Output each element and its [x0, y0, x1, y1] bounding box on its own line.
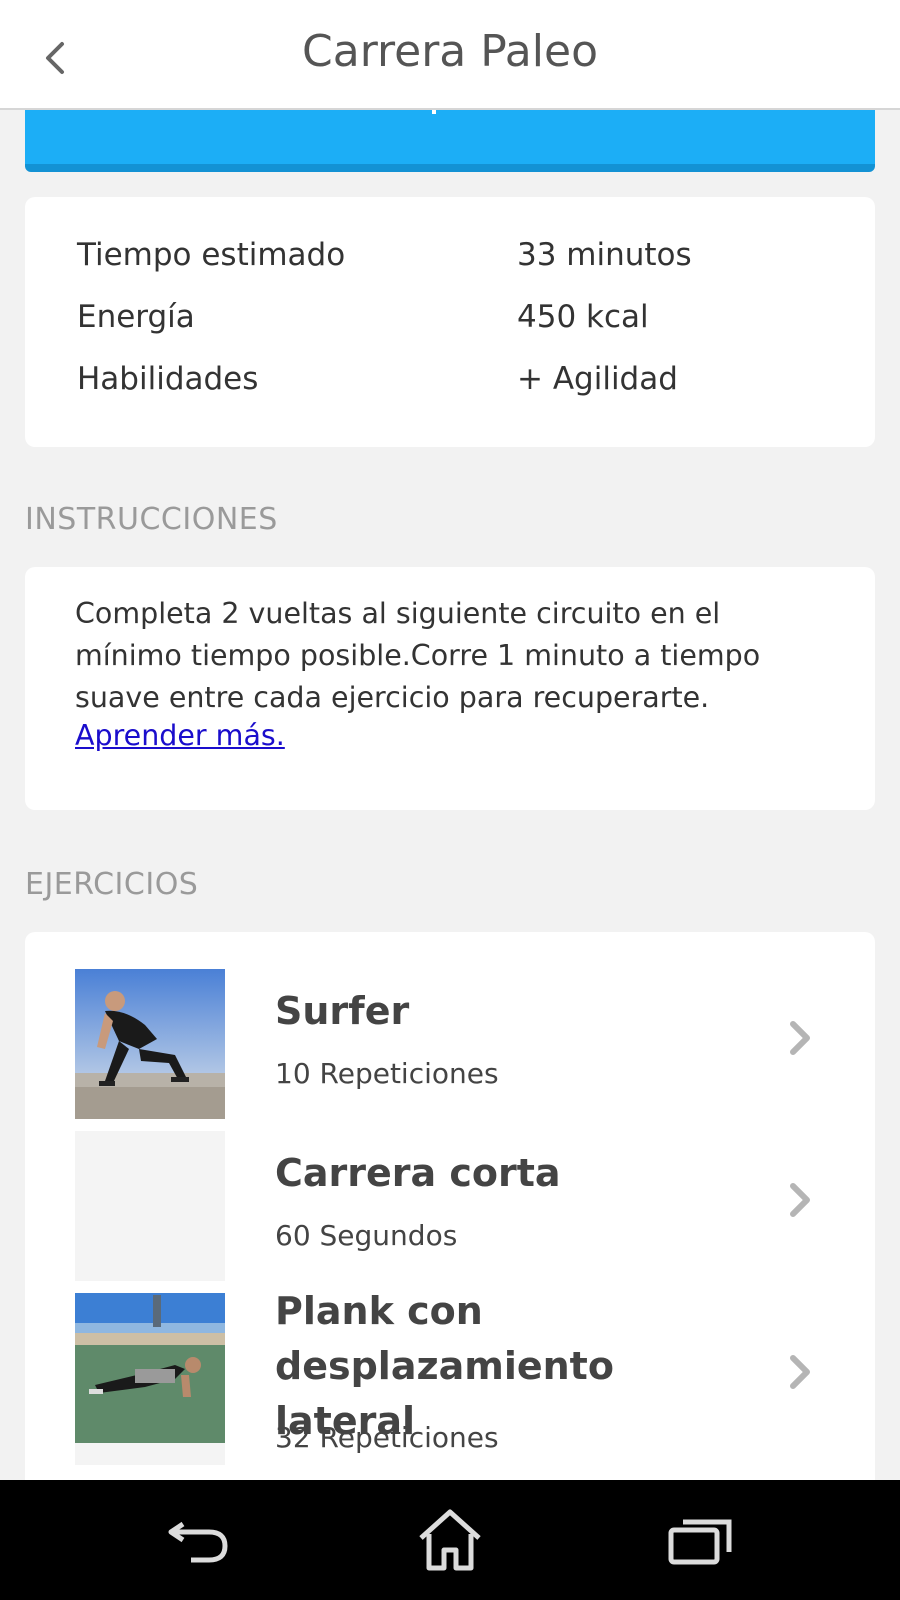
back-arrow-icon	[168, 1521, 228, 1563]
plank-photo	[75, 1293, 225, 1465]
content-scroll[interactable]: Tiempo estimado 33 minutos Energía 450 k…	[0, 110, 900, 1480]
stat-row-time: Tiempo estimado 33 minutos	[77, 237, 857, 287]
button-label-fragment	[432, 110, 436, 114]
stat-value: + Agilidad	[517, 361, 678, 397]
instructions-text: Completa 2 vueltas al siguiente circuito…	[75, 597, 761, 714]
exercises-card: Surfer 10 Repeticiones Carrera corta 60 …	[25, 932, 875, 1480]
exercise-name: Surfer	[275, 989, 410, 1033]
exercise-name: Carrera corta	[275, 1151, 561, 1195]
learn-more-link[interactable]: Aprender más.	[75, 719, 285, 752]
stat-label: Habilidades	[77, 361, 259, 397]
stat-row-energy: Energía 450 kcal	[77, 299, 857, 349]
system-nav-bar	[0, 1480, 900, 1600]
stat-value: 33 minutos	[517, 237, 692, 273]
chevron-right-icon	[790, 1355, 810, 1389]
exercise-item-plank[interactable]: Plank con desplazamiento lateral 32 Repe…	[25, 1256, 875, 1480]
chevron-right-icon	[790, 1021, 810, 1055]
chevron-right-icon	[790, 1183, 810, 1217]
nav-back-button[interactable]	[160, 1505, 240, 1575]
exercise-detail: 10 Repeticiones	[275, 1057, 499, 1090]
nav-home-button[interactable]	[410, 1505, 490, 1575]
home-icon	[419, 1509, 481, 1571]
exercises-heading: EJERCICIOS	[25, 867, 199, 902]
stats-card: Tiempo estimado 33 minutos Energía 450 k…	[25, 197, 875, 447]
app-bar: Carrera Paleo	[0, 0, 900, 110]
stat-row-skills: Habilidades + Agilidad	[77, 361, 857, 411]
page-title: Carrera Paleo	[302, 26, 598, 77]
instructions-card: Completa 2 vueltas al siguiente circuito…	[25, 567, 875, 810]
exercise-detail: 32 Repeticiones	[275, 1421, 499, 1454]
exercise-item-surfer[interactable]: Surfer 10 Repeticiones	[25, 932, 875, 1119]
nav-recent-apps-button[interactable]	[660, 1505, 740, 1575]
exercise-item-carrera-corta[interactable]: Carrera corta 60 Segundos	[25, 1094, 875, 1281]
stat-label: Energía	[77, 299, 195, 335]
start-button[interactable]	[25, 110, 875, 172]
stat-label: Tiempo estimado	[77, 237, 346, 273]
stat-value: 450 kcal	[517, 299, 649, 335]
exercise-detail: 60 Segundos	[275, 1219, 458, 1252]
exercise-thumbnail	[75, 1293, 225, 1465]
recent-apps-icon	[668, 1519, 732, 1565]
instructions-heading: INSTRUCCIONES	[25, 502, 278, 537]
